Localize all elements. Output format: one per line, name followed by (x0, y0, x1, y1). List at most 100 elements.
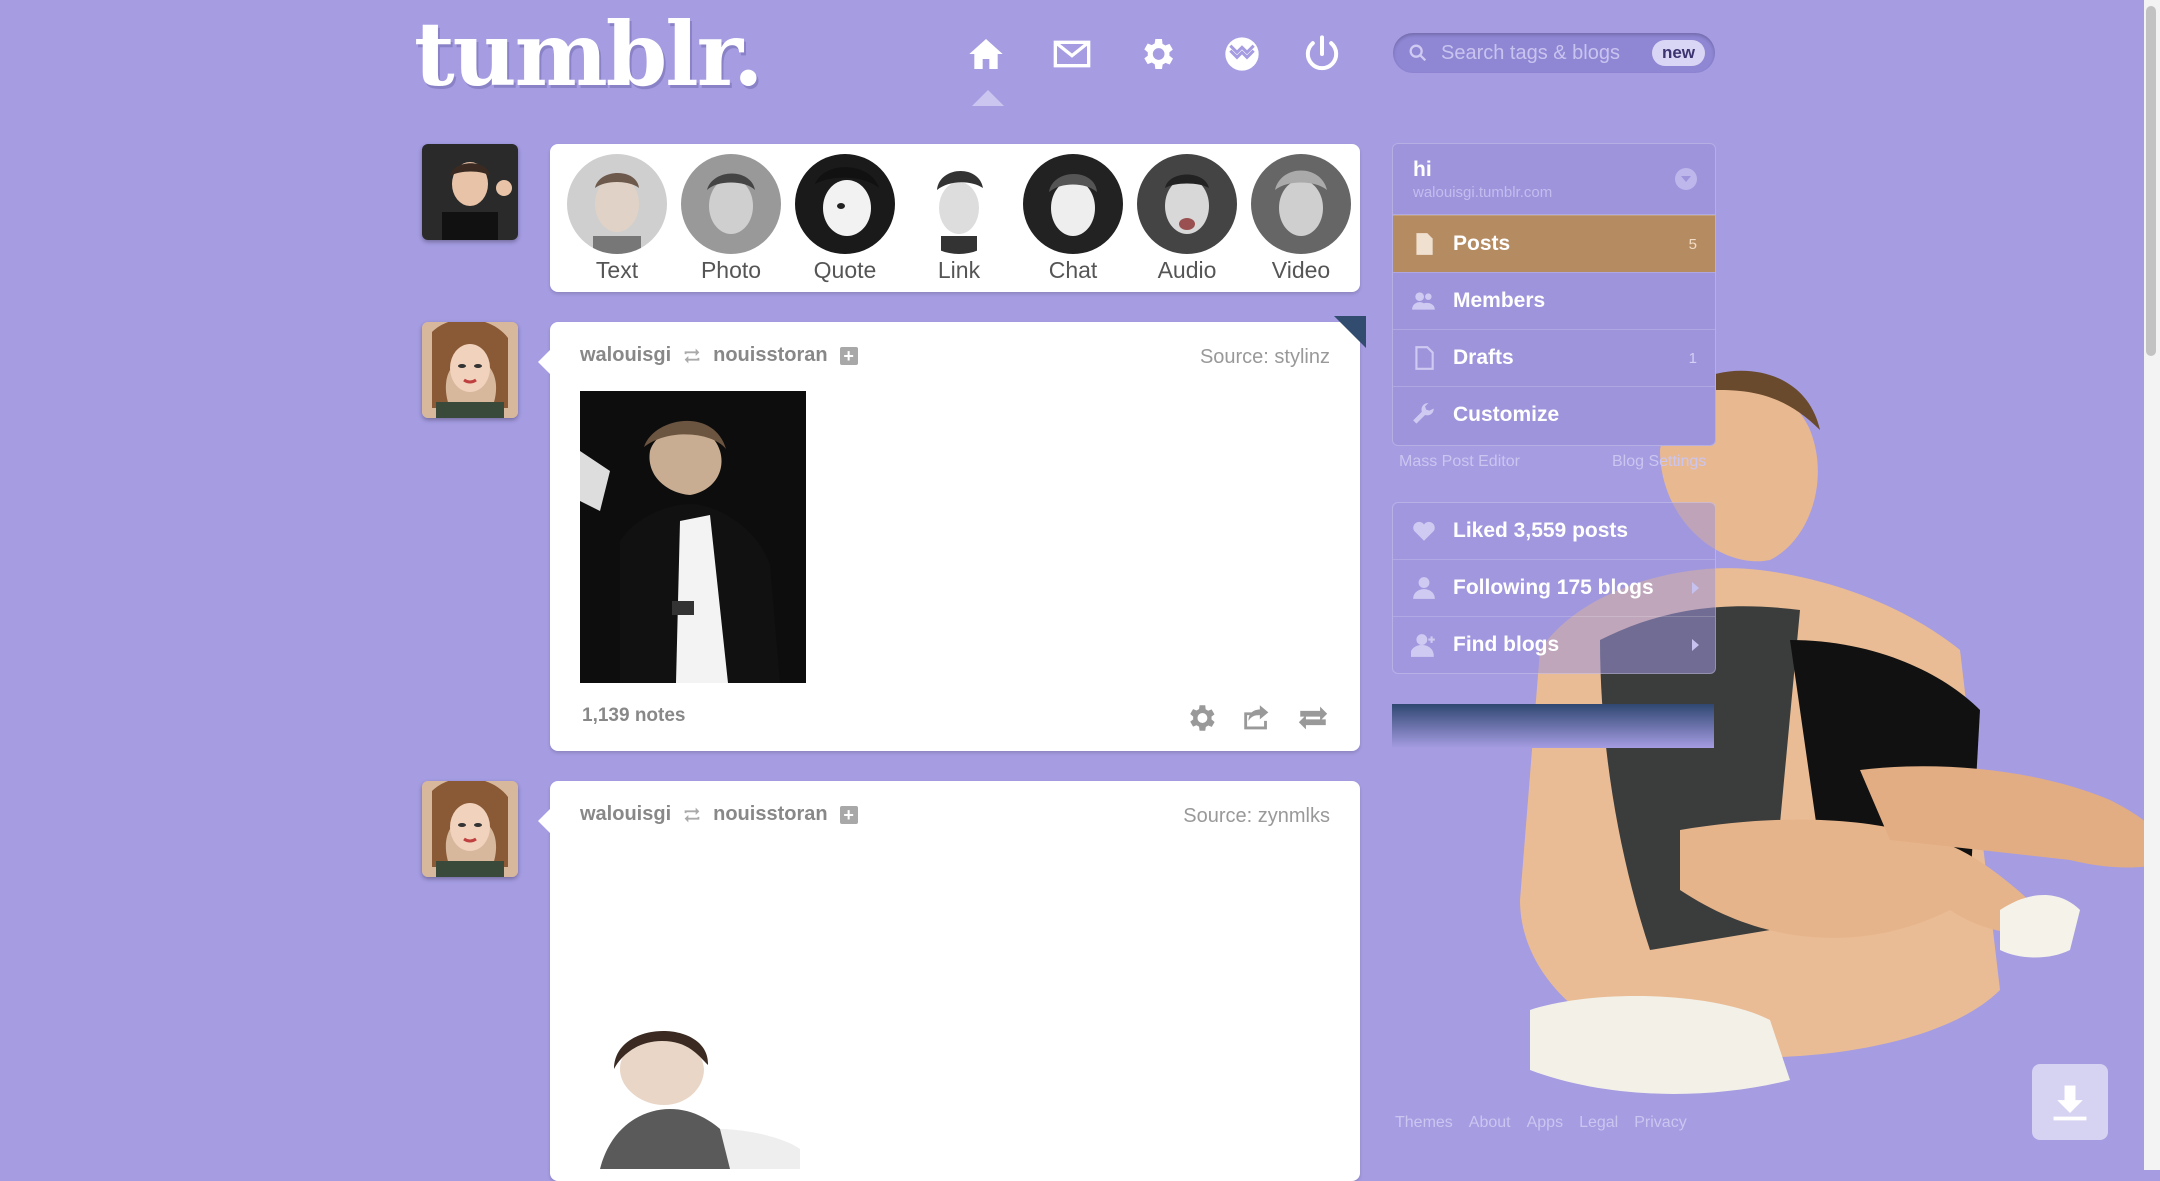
account-menu: Liked 3,559 posts Following 175 blogs Fi… (1392, 502, 1716, 674)
post-source[interactable]: Source: stylinz (1200, 346, 1330, 369)
video-type-icon (1251, 154, 1351, 254)
post-controls (1184, 701, 1330, 735)
blog-dropdown-icon[interactable] (1675, 168, 1697, 190)
post-type-label: Quote (813, 257, 877, 283)
sidebar-item-label: Drafts (1453, 346, 1514, 369)
new-post-bar: Text Photo Quote Link Chat Audio Video (550, 144, 1360, 292)
photo-type-icon (681, 154, 781, 254)
post-card: walouisgi nouisstoran + Source: stylinz … (538, 316, 1366, 751)
sidebar-radar-bar (1392, 704, 1714, 748)
follow-plus-icon[interactable]: + (839, 805, 858, 824)
reblog-small-icon (684, 348, 700, 363)
sidebar-item-following[interactable]: Following 175 blogs (1393, 559, 1715, 616)
footer-link-apps[interactable]: Apps (1527, 1114, 1563, 1132)
post-type-link[interactable]: Link (909, 154, 1009, 284)
download-arrow-icon (2053, 1085, 2087, 1121)
post-type-label: Video (1271, 257, 1331, 283)
background-person-image (1440, 350, 2160, 1170)
audio-type-icon (1137, 154, 1237, 254)
wrench-icon (1411, 402, 1437, 428)
sidebar-item-liked[interactable]: Liked 3,559 posts (1393, 503, 1715, 559)
download-button[interactable] (2032, 1064, 2108, 1140)
post-corner-fold (1334, 316, 1366, 348)
follow-plus-icon[interactable]: + (839, 346, 858, 365)
post-header: walouisgi nouisstoran + (580, 803, 858, 826)
blog-name: hi (1413, 158, 1432, 181)
add-person-icon (1409, 632, 1437, 658)
members-icon (1411, 288, 1437, 314)
link-type-icon (909, 154, 1009, 254)
sidebar-item-count: 1 (1688, 349, 1697, 367)
scrollbar-thumb[interactable] (2146, 6, 2156, 356)
user-avatar[interactable] (422, 144, 518, 240)
post-author[interactable]: walouisgi (580, 803, 671, 826)
chat-type-icon (1023, 154, 1123, 254)
sidebar-item-label: Members (1453, 289, 1546, 312)
sidebar-item-customize[interactable]: Customize (1393, 386, 1715, 443)
gear-icon[interactable] (1133, 30, 1181, 78)
post-pointer (538, 350, 550, 374)
sidebar-item-label: Posts (1453, 232, 1511, 255)
post-type-label: Text (595, 257, 639, 283)
share-icon[interactable] (1240, 701, 1274, 735)
heart-icon (1411, 518, 1437, 544)
blog-menu: hi walouisgi.tumblr.com Posts 5 Members … (1392, 143, 1716, 446)
reblog-icon[interactable] (1296, 701, 1330, 735)
post-type-chat[interactable]: Chat (1023, 154, 1123, 284)
person-icon (1411, 575, 1437, 601)
post-type-quote[interactable]: Quote (795, 154, 895, 284)
footer-link-legal[interactable]: Legal (1579, 1114, 1618, 1132)
sidebar-item-posts[interactable]: Posts 5 (1393, 215, 1715, 272)
post-type-photo[interactable]: Photo (681, 154, 781, 284)
post-type-video[interactable]: Video (1251, 154, 1351, 284)
draft-document-icon (1411, 345, 1437, 371)
tumblr-logo[interactable]: tumblr. (414, 2, 764, 106)
home-icon[interactable] (962, 30, 1010, 78)
activity-icon[interactable] (1218, 30, 1266, 78)
post-photo[interactable] (580, 391, 806, 683)
reblogged-from[interactable]: nouisstoran (713, 344, 827, 367)
search-bar[interactable]: new (1393, 33, 1715, 73)
sidebar-item-label: Customize (1453, 403, 1560, 426)
post-card: walouisgi nouisstoran + Source: zynmlks (538, 781, 1360, 1181)
text-type-icon (567, 154, 667, 254)
sidebar-item-find-blogs[interactable]: Find blogs (1393, 616, 1715, 673)
edit-gear-icon[interactable] (1184, 701, 1218, 735)
post-type-label: Audio (1157, 257, 1217, 283)
post-author-avatar[interactable] (422, 322, 518, 418)
search-icon (1409, 44, 1427, 62)
blog-header[interactable]: hi walouisgi.tumblr.com (1393, 144, 1715, 215)
quote-type-icon (795, 154, 895, 254)
post-author-avatar[interactable] (422, 781, 518, 877)
sidebar-item-count: 5 (1688, 235, 1697, 253)
document-icon (1411, 231, 1437, 257)
post-type-label: Photo (700, 257, 762, 283)
new-badge: new (1651, 40, 1705, 66)
post-author[interactable]: walouisgi (580, 344, 671, 367)
post-photo[interactable] (580, 1029, 806, 1169)
sidebar-item-label: Find blogs (1453, 633, 1560, 656)
blog-settings-link[interactable]: Blog Settings (1612, 453, 1706, 471)
footer-links: Themes About Apps Legal Privacy (1395, 1114, 1687, 1132)
post-type-text[interactable]: Text (567, 154, 667, 284)
post-source[interactable]: Source: zynmlks (1183, 805, 1330, 828)
notes-count[interactable]: 1,139 notes (582, 705, 686, 727)
chevron-right-icon (1692, 639, 1699, 651)
reblog-small-icon (684, 807, 700, 822)
post-header: walouisgi nouisstoran + (580, 344, 858, 367)
footer-link-about[interactable]: About (1469, 1114, 1511, 1132)
blog-url: walouisgi.tumblr.com (1413, 184, 1553, 201)
mail-icon[interactable] (1048, 30, 1096, 78)
chevron-right-icon (1692, 582, 1699, 594)
footer-link-themes[interactable]: Themes (1395, 1114, 1453, 1132)
post-type-audio[interactable]: Audio (1137, 154, 1237, 284)
active-nav-indicator (972, 90, 1004, 106)
sidebar-item-drafts[interactable]: Drafts 1 (1393, 329, 1715, 386)
reblogged-from[interactable]: nouisstoran (713, 803, 827, 826)
footer-link-privacy[interactable]: Privacy (1634, 1114, 1686, 1132)
mass-post-editor-link[interactable]: Mass Post Editor (1399, 453, 1520, 471)
power-icon[interactable] (1298, 30, 1346, 78)
sidebar-item-label: Following 175 blogs (1453, 576, 1654, 599)
search-input[interactable] (1439, 40, 1653, 66)
sidebar-item-members[interactable]: Members (1393, 272, 1715, 329)
